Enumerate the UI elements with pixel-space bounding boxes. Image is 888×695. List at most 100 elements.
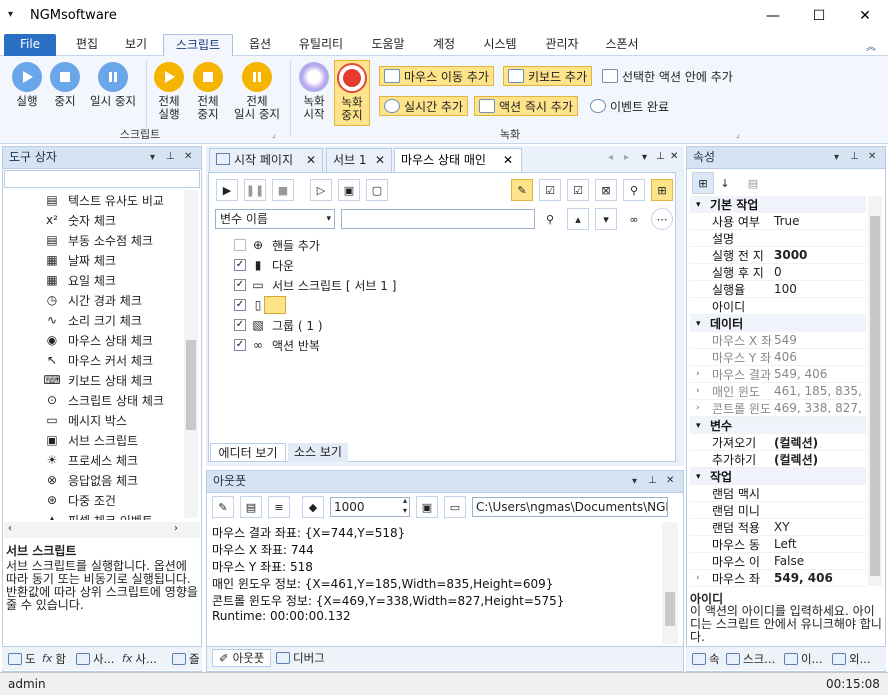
expand-icon[interactable]: › xyxy=(696,369,700,379)
tree-node[interactable]: ✓ ∞ 액션 반복 xyxy=(234,335,320,355)
property-value[interactable]: 549, 406 xyxy=(772,367,866,381)
property-row[interactable]: 실행율 100 xyxy=(690,281,866,298)
collapse-icon[interactable]: ▾ xyxy=(690,319,710,329)
tab-external[interactable]: 외... xyxy=(832,650,871,668)
pin-icon[interactable]: ⊥ xyxy=(850,151,859,162)
node-checkbox[interactable]: ✓ xyxy=(234,339,246,351)
toolbox-item[interactable]: x² 숫자 체크 xyxy=(44,210,116,230)
stop-button[interactable]: 중지 xyxy=(48,62,82,108)
close-icon[interactable]: ✕ xyxy=(868,151,876,162)
pin-icon[interactable]: ⊥ xyxy=(656,151,665,162)
node-checkbox[interactable]: ✓ xyxy=(234,299,246,311)
property-value[interactable]: 3000 xyxy=(772,248,866,262)
step-over-icon[interactable]: ▢ xyxy=(366,179,388,201)
property-row[interactable]: › 마우스 결과 549, 406 xyxy=(690,366,866,383)
scroll-thumb[interactable] xyxy=(665,592,675,626)
pause-all-button[interactable]: 전체 일시 중지 xyxy=(228,62,286,121)
collapse-icon[interactable]: ▾ xyxy=(690,472,710,482)
output-scrollbar[interactable] xyxy=(662,522,678,644)
dropdown-icon[interactable]: ▾ xyxy=(150,152,155,163)
property-row[interactable]: 실행 전 지 3000 xyxy=(690,247,866,264)
property-value[interactable]: True xyxy=(772,214,866,228)
expand-icon[interactable]: › xyxy=(696,386,700,396)
move-down-icon[interactable]: ▾ xyxy=(595,208,617,230)
property-value[interactable]: (컬렉션) xyxy=(772,434,866,451)
pin-icon[interactable]: ⊥ xyxy=(648,475,657,486)
close-icon[interactable]: ✕ xyxy=(503,149,513,171)
property-row[interactable]: 마우스 Y 좌 406 xyxy=(690,349,866,366)
tree-node[interactable]: ✓ ▧ 그룹 ( 1 ) xyxy=(234,315,323,335)
realtime-add-button[interactable]: 실시간 추가 xyxy=(379,96,469,116)
property-row[interactable]: 추가하기 (컬렉션) xyxy=(690,451,866,468)
tab-view[interactable]: 보기 xyxy=(114,34,158,56)
record-start-button[interactable]: 녹화 시작 xyxy=(296,62,332,121)
property-value[interactable]: 549 xyxy=(772,333,866,347)
toolbox-item[interactable]: ↖ 마우스 커서 체크 xyxy=(44,350,153,370)
tree-node[interactable]: ⊕ 핸들 추가 xyxy=(234,235,320,255)
tab-functions[interactable]: fx 함 xyxy=(42,650,66,668)
step-into-icon[interactable]: ▣ xyxy=(338,179,360,201)
property-value[interactable]: (컬렉션) xyxy=(772,451,866,468)
toolbox-item[interactable]: ◷ 시간 경과 체크 xyxy=(44,290,142,310)
node-checkbox[interactable] xyxy=(234,239,246,251)
tab-edit[interactable]: 편집 xyxy=(64,34,110,56)
property-value[interactable]: 406 xyxy=(772,350,866,364)
property-value[interactable]: Left xyxy=(772,537,866,551)
scroll-thumb[interactable] xyxy=(186,340,196,430)
toolbox-item[interactable]: ▲ 픽셀 체크 이벤트 xyxy=(44,510,153,520)
tab-system[interactable]: 시스템 xyxy=(474,34,526,56)
close-icon[interactable]: ✕ xyxy=(184,151,192,162)
tab-debug[interactable]: 디버그 xyxy=(276,649,325,667)
tab-help[interactable]: 도움말 xyxy=(362,34,414,56)
stop-icon[interactable]: ■ xyxy=(272,179,294,201)
tab-sub1[interactable]: 서브 1 ✕ xyxy=(326,148,392,172)
pause-icon[interactable]: ❚❚ xyxy=(244,179,266,201)
toolbox-hscrollbar[interactable]: ‹ › xyxy=(4,522,200,538)
spinner-icon[interactable]: ▴ ▾ xyxy=(403,496,407,516)
dropdown-icon[interactable]: ▾ xyxy=(632,476,637,487)
selected-node-highlight[interactable] xyxy=(264,296,286,314)
property-row[interactable]: 아이디 xyxy=(690,298,866,315)
loop-icon[interactable]: ∞ xyxy=(623,208,645,230)
tab-admin[interactable]: 관리자 xyxy=(536,34,588,56)
tab-mouse-state-main[interactable]: 마우스 상태 매인 ✕ xyxy=(394,148,522,172)
toolbox-item[interactable]: ⊛ 다중 조건 xyxy=(44,490,116,510)
property-value[interactable]: 461, 185, 835, 609 xyxy=(772,384,866,398)
property-row[interactable]: 가져오기 (컬렉션) xyxy=(690,434,866,451)
property-row[interactable]: 랜덤 맥시 xyxy=(690,485,866,502)
tab-sponsor[interactable]: 스폰서 xyxy=(596,34,648,56)
property-category[interactable]: ▾ 기본 작업 xyxy=(690,196,866,213)
property-value[interactable]: XY xyxy=(772,520,866,534)
toolbox-item[interactable]: ▣ 서브 스크립트 xyxy=(44,430,138,450)
dialog-launcher-icon[interactable]: ⌟ xyxy=(272,130,276,139)
tab-scripts[interactable]: 스크... xyxy=(726,650,775,668)
toolbox-item[interactable]: ⊙ 스크립트 상태 체크 xyxy=(44,390,164,410)
move-up-icon[interactable]: ▴ xyxy=(567,208,589,230)
properties-scrollbar[interactable] xyxy=(868,196,882,586)
property-row[interactable]: › 매인 윈도 461, 185, 835, 609 xyxy=(690,383,866,400)
property-value[interactable]: 100 xyxy=(772,282,866,296)
property-row[interactable]: 마우스 동 Left xyxy=(690,536,866,553)
property-value[interactable]: 549, 406 xyxy=(772,571,866,585)
property-row[interactable]: 실행 후 지 0 xyxy=(690,264,866,281)
property-value[interactable]: 469, 338, 827, 575 xyxy=(772,401,866,415)
property-row[interactable]: 설명 xyxy=(690,230,866,247)
node-checkbox[interactable]: ✓ xyxy=(234,259,246,271)
run-button[interactable]: 실행 xyxy=(8,62,46,108)
property-row[interactable]: 마우스 X 좌 549 xyxy=(690,332,866,349)
edit-icon[interactable]: ✎ xyxy=(511,179,533,201)
play-icon[interactable]: ▶ xyxy=(216,179,238,201)
node-checkbox[interactable]: ✓ xyxy=(234,319,246,331)
variable-select[interactable]: 변수 이름 ▾ xyxy=(215,209,335,229)
expand-icon[interactable]: › xyxy=(696,573,700,583)
node-checkbox[interactable]: ✓ xyxy=(234,279,246,291)
property-category[interactable]: ▾ 작업 xyxy=(690,468,866,485)
toolbox-item[interactable]: ▦ 날짜 체크 xyxy=(44,250,116,270)
close-icon[interactable]: ✕ xyxy=(670,151,678,162)
property-row[interactable]: › 마우스 좌 549, 406 xyxy=(690,570,866,587)
tab-script[interactable]: 스크립트 xyxy=(163,34,233,56)
toolbox-scrollbar[interactable] xyxy=(184,190,198,518)
dropdown-icon[interactable]: ▾ xyxy=(834,152,839,163)
add-in-action-button[interactable]: 선택한 액션 안에 추가 xyxy=(598,66,737,86)
search-icon[interactable]: ⚲ xyxy=(623,179,645,201)
